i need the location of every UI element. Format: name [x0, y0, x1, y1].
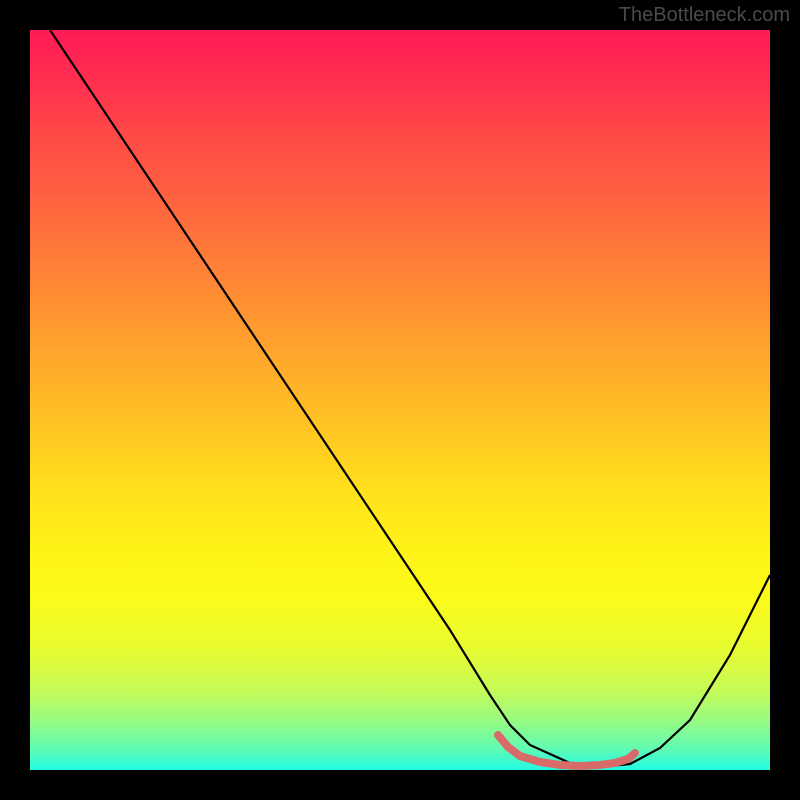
chart-svg [30, 30, 770, 770]
optimal-range-marker [498, 735, 635, 766]
chart-container: TheBottleneck.com [0, 0, 800, 800]
plot-area [30, 30, 770, 770]
bottleneck-curve [50, 30, 770, 766]
attribution-label: TheBottleneck.com [619, 4, 790, 27]
